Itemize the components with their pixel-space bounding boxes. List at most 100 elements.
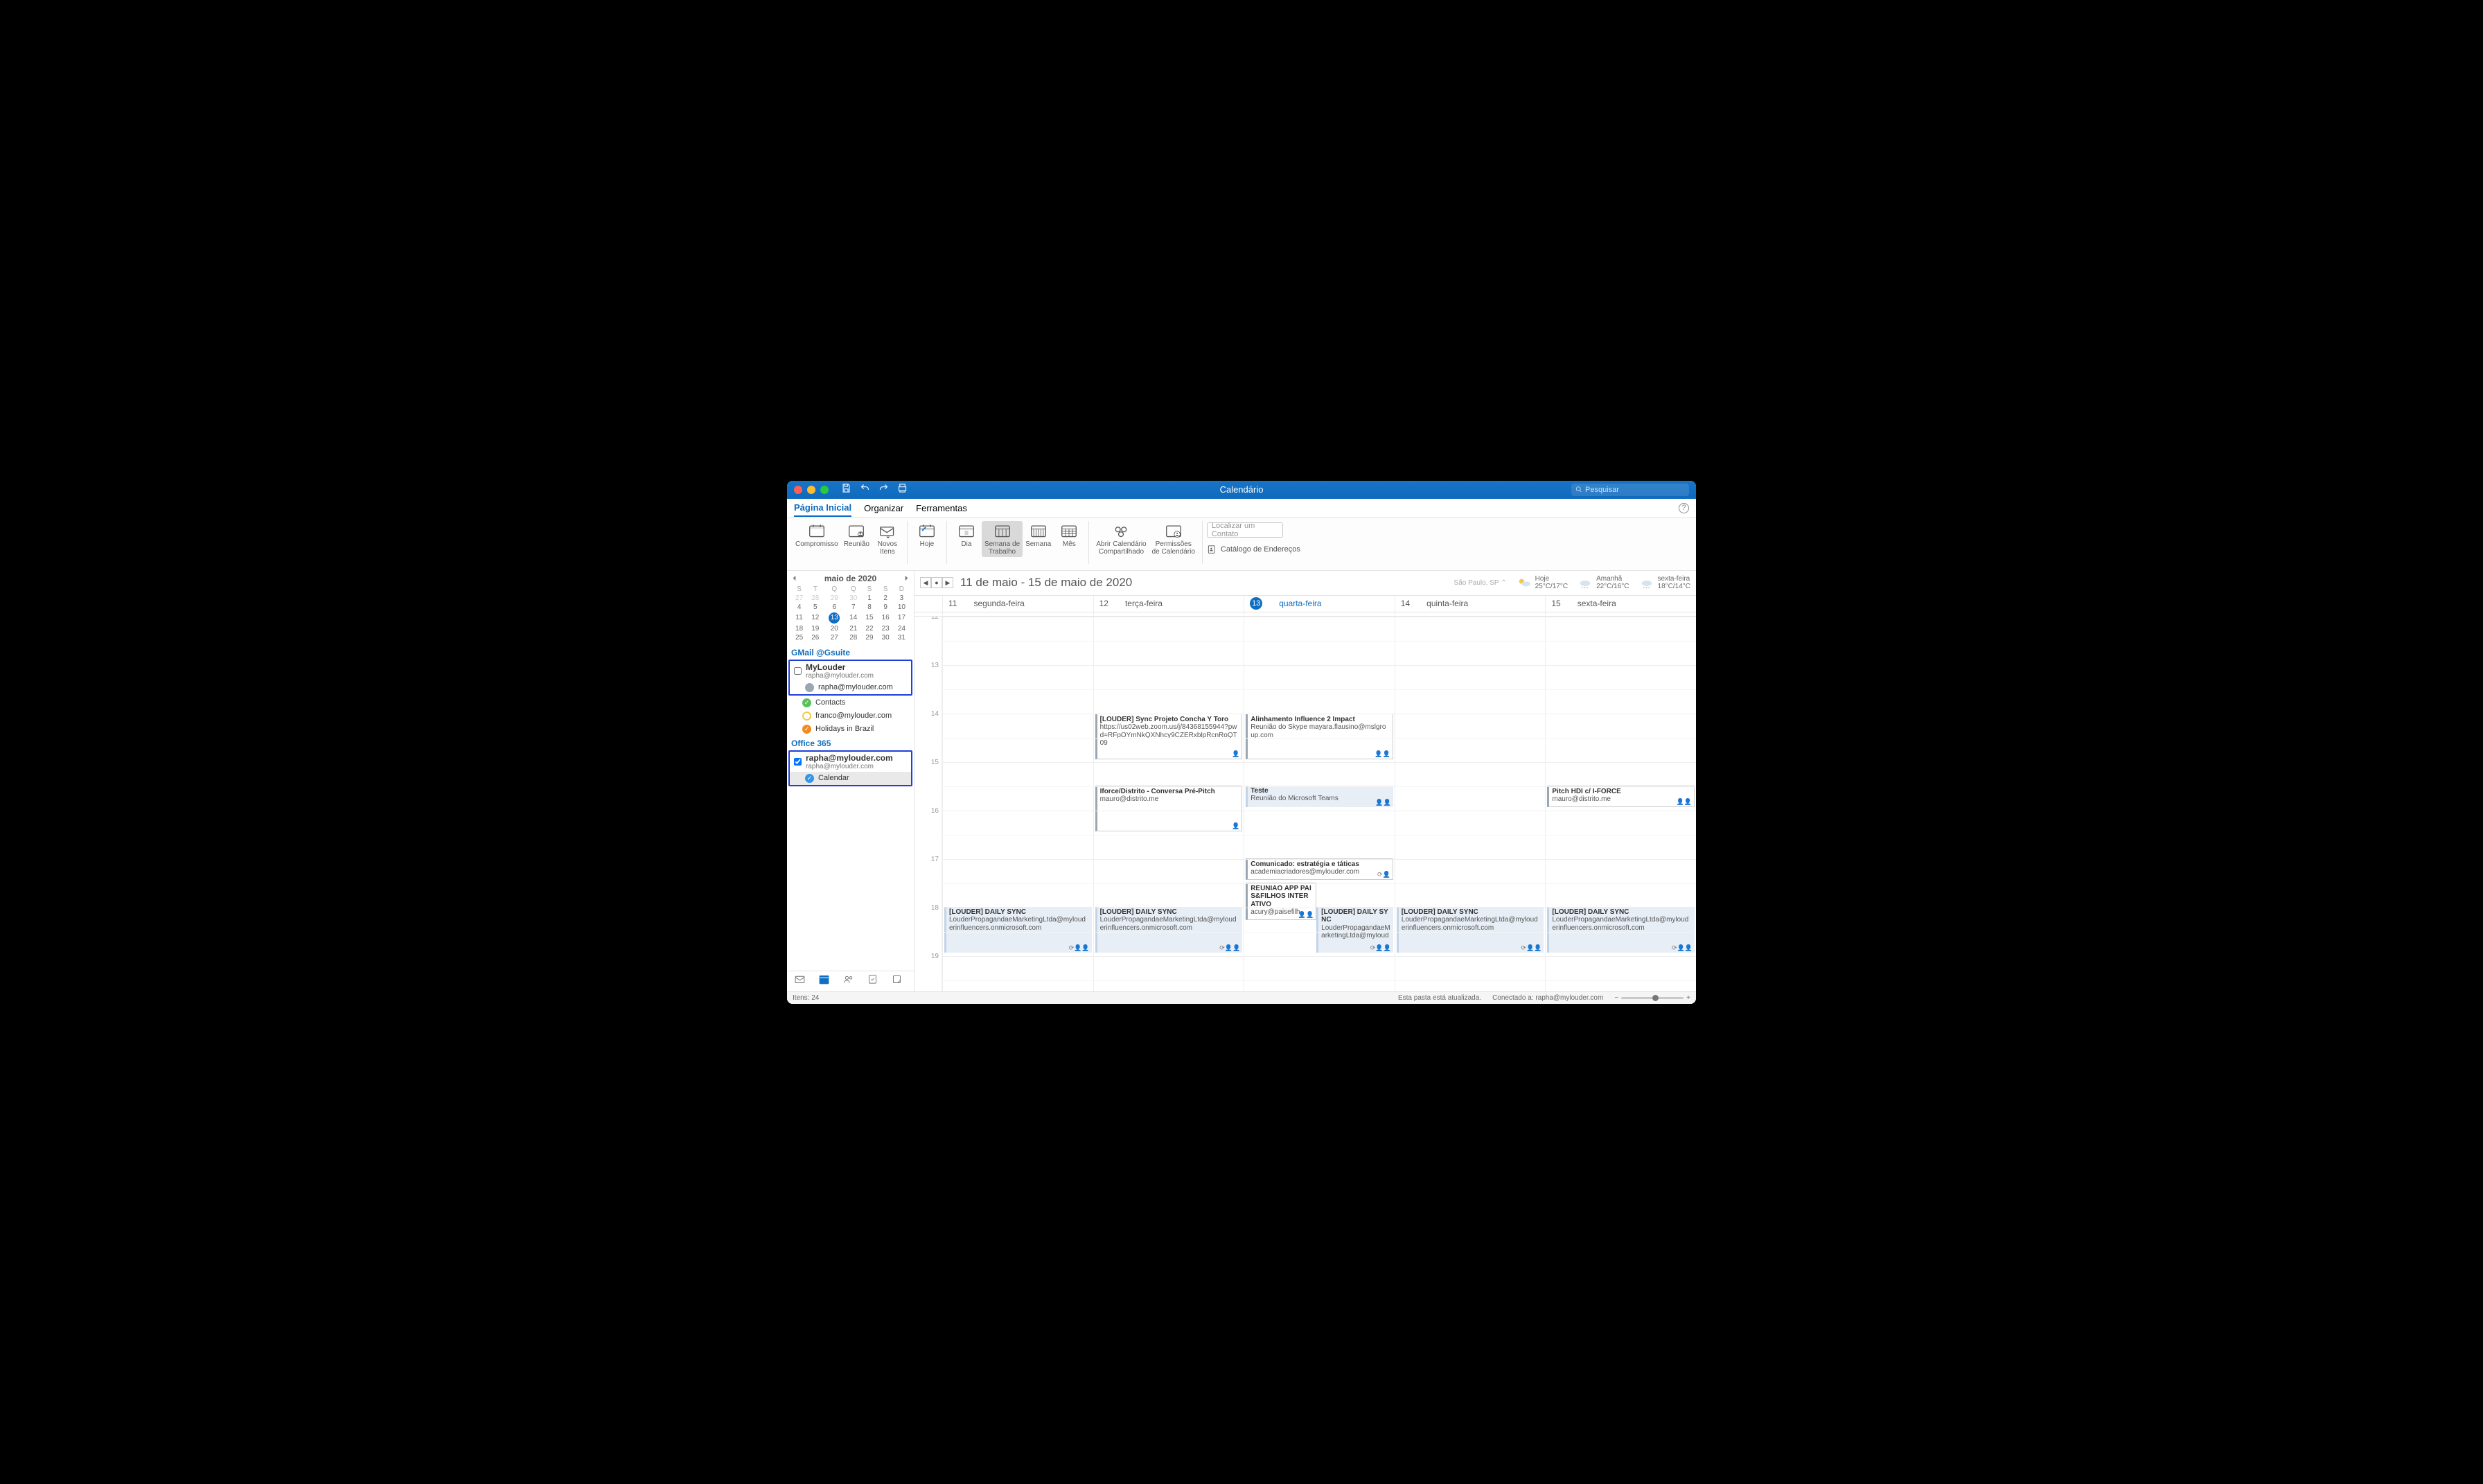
open-shared-calendar-button[interactable]: Abrir Calendário Compartilhado: [1093, 521, 1149, 557]
search-input[interactable]: [1585, 486, 1685, 494]
day-headers: 11segunda-feira12terça-feira13quarta-fei…: [914, 596, 1696, 612]
calendar-event[interactable]: REUNIAO APP PAIS&FILHOS INTERATIVOacury@…: [1246, 883, 1316, 920]
next-month-icon[interactable]: [903, 575, 910, 581]
day-header[interactable]: 13quarta-feira: [1244, 596, 1395, 612]
calendar-event[interactable]: Pitch HDI c/ I-FORCEmauro@distrito.me👤👤: [1547, 786, 1695, 807]
new-items-button[interactable]: Novos Itens: [872, 521, 903, 557]
o365-calendar-group: rapha@mylouder.com rapha@mylouder.com ✓C…: [788, 750, 912, 786]
calendar-header: ◀ ● ▶ 11 de maio - 15 de maio de 2020 Sã…: [914, 571, 1696, 596]
calendar-event[interactable]: [LOUDER] DAILY SYNCLouderPropagandaeMark…: [1316, 907, 1393, 953]
address-book-button[interactable]: Catálogo de Endereços: [1207, 545, 1300, 554]
tab-tools[interactable]: Ferramentas: [916, 500, 967, 516]
calendar-item[interactable]: rapha@mylouder.com: [790, 681, 911, 694]
quick-access-toolbar: [841, 483, 908, 497]
notes-module-icon[interactable]: [891, 973, 903, 989]
ribbon: Compromisso Reunião Novos Itens Hoje Dia…: [787, 518, 1696, 571]
o365-group-header[interactable]: rapha@mylouder.com rapha@mylouder.com: [790, 752, 911, 772]
weather-today: Hoje25°C/17°C: [1517, 575, 1568, 590]
calendar-item[interactable]: ✓Holidays in Brazil: [787, 723, 914, 736]
calendar-event[interactable]: TesteReunião do Microsoft Teams👤👤: [1246, 786, 1393, 807]
time-gutter: 121314151617181920: [914, 617, 942, 991]
gmail-calendar-group: MyLouder rapha@mylouder.com rapha@myloud…: [788, 660, 912, 696]
statusbar: Itens: 24 Esta pasta está atualizada. Co…: [787, 991, 1696, 1004]
day-view-button[interactable]: Dia: [951, 521, 982, 549]
day-column[interactable]: [LOUDER] DAILY SYNCLouderPropagandaeMark…: [942, 617, 1093, 991]
day-column[interactable]: Pitch HDI c/ I-FORCEmauro@distrito.me👤👤 […: [1545, 617, 1696, 991]
calendar-color-icon: ✓: [805, 774, 814, 783]
minical-grid[interactable]: STQQSSD272829301234567891011121314151617…: [791, 585, 910, 642]
calendar-event[interactable]: [LOUDER] DAILY SYNCLouderPropagandaeMark…: [1095, 907, 1243, 953]
today-button[interactable]: Hoje: [912, 521, 942, 549]
tab-organize[interactable]: Organizar: [864, 500, 903, 516]
calendar-item[interactable]: ✓Contacts: [787, 696, 914, 709]
connection-status: Conectado a: rapha@mylouder.com: [1492, 994, 1603, 1002]
calendar-color-icon: ✓: [802, 725, 811, 734]
calendar-main: ◀ ● ▶ 11 de maio - 15 de maio de 2020 Sã…: [914, 571, 1696, 991]
mini-calendar[interactable]: maio de 2020 STQQSSD27282930123456789101…: [787, 571, 914, 645]
sidebar: maio de 2020 STQQSSD27282930123456789101…: [787, 571, 914, 991]
close-window-button[interactable]: [794, 486, 802, 494]
print-icon[interactable]: [897, 483, 908, 497]
minimize-window-button[interactable]: [807, 486, 815, 494]
today-jump-button[interactable]: ●: [931, 577, 942, 588]
calendar-event[interactable]: [LOUDER] DAILY SYNCLouderPropagandaeMark…: [1547, 907, 1695, 953]
calendar-permissions-button[interactable]: Permissões de Calendário: [1149, 521, 1198, 557]
calendar-event[interactable]: Comunicado: estratégia e táticasacademia…: [1246, 858, 1393, 880]
next-week-button[interactable]: ▶: [942, 577, 953, 588]
window-controls: [787, 486, 829, 494]
calendar-event[interactable]: [LOUDER] Sync Projeto Concha Y Torohttps…: [1095, 714, 1243, 759]
calendar-event[interactable]: Iforce/Distrito - Conversa Pré-Pitchmaur…: [1095, 786, 1243, 831]
titlebar: Calendário: [787, 481, 1696, 499]
redo-icon[interactable]: [878, 483, 889, 497]
calendar-event[interactable]: [LOUDER] DAILY SYNCLouderPropagandaeMark…: [1397, 907, 1544, 953]
tasks-module-icon[interactable]: [867, 973, 878, 989]
day-header[interactable]: 14quinta-feira: [1395, 596, 1546, 612]
new-meeting-button[interactable]: Reunião: [841, 521, 872, 549]
tab-home[interactable]: Página Inicial: [794, 500, 851, 517]
day-header[interactable]: 12terça-feira: [1093, 596, 1244, 612]
calendar-item[interactable]: ✓Calendar: [790, 772, 911, 785]
o365-group-checkbox[interactable]: [794, 758, 802, 766]
item-count: Itens: 24: [793, 994, 819, 1002]
workweek-view-button[interactable]: Semana de Trabalho: [982, 521, 1023, 557]
day-column[interactable]: [LOUDER] Sync Projeto Concha Y Torohttps…: [1093, 617, 1244, 991]
weather-day3: sexta-feira18°C/14°C: [1639, 575, 1690, 590]
calendar-grid[interactable]: 121314151617181920 [LOUDER] DAILY SYNCLo…: [914, 617, 1696, 991]
calendar-item[interactable]: franco@mylouder.com: [787, 709, 914, 723]
prev-week-button[interactable]: ◀: [920, 577, 931, 588]
day-header[interactable]: 15sexta-feira: [1545, 596, 1696, 612]
contact-search-input[interactable]: Localizar um Contato: [1207, 522, 1283, 538]
menubar: Página Inicial Organizar Ferramentas ?: [787, 499, 1696, 518]
date-range-title: 11 de maio - 15 de maio de 2020: [960, 576, 1132, 590]
calendar-color-icon: [802, 712, 811, 721]
day-header[interactable]: 11segunda-feira: [942, 596, 1093, 612]
window-title: Calendário: [1220, 484, 1264, 495]
zoom-slider[interactable]: −+: [1614, 994, 1690, 1002]
calendar-module-icon[interactable]: [818, 973, 830, 989]
people-module-icon[interactable]: [842, 973, 854, 989]
day-column[interactable]: Alinhamento Influence 2 ImpactReunião do…: [1244, 617, 1395, 991]
new-appointment-button[interactable]: Compromisso: [793, 521, 841, 549]
minical-title: maio de 2020: [824, 574, 876, 583]
module-navbar: [787, 971, 914, 991]
prev-month-icon[interactable]: [791, 575, 797, 581]
zoom-window-button[interactable]: [820, 486, 829, 494]
gmail-group-checkbox[interactable]: [794, 667, 802, 675]
search-icon: [1575, 486, 1582, 493]
week-view-button[interactable]: Semana: [1023, 521, 1054, 549]
undo-icon[interactable]: [860, 483, 870, 497]
app-window: Calendário Página Inicial Organizar Ferr…: [787, 481, 1696, 1004]
day-column[interactable]: [LOUDER] DAILY SYNCLouderPropagandaeMark…: [1395, 617, 1546, 991]
calendar-event[interactable]: [LOUDER] DAILY SYNCLouderPropagandaeMark…: [944, 907, 1092, 953]
help-icon[interactable]: ?: [1679, 503, 1689, 513]
calendar-event[interactable]: Alinhamento Influence 2 ImpactReunião do…: [1246, 714, 1393, 759]
global-search[interactable]: [1571, 484, 1689, 496]
calendar-color-icon: [805, 683, 814, 692]
calendar-color-icon: ✓: [802, 698, 811, 707]
weather-location[interactable]: São Paulo, SP ⌃: [1454, 579, 1507, 587]
month-view-button[interactable]: Mês: [1054, 521, 1084, 549]
gmail-group-header[interactable]: MyLouder rapha@mylouder.com: [790, 661, 911, 681]
save-icon[interactable]: [841, 483, 851, 497]
account-header-gmail: GMail @Gsuite: [787, 645, 914, 659]
mail-module-icon[interactable]: [794, 973, 806, 989]
